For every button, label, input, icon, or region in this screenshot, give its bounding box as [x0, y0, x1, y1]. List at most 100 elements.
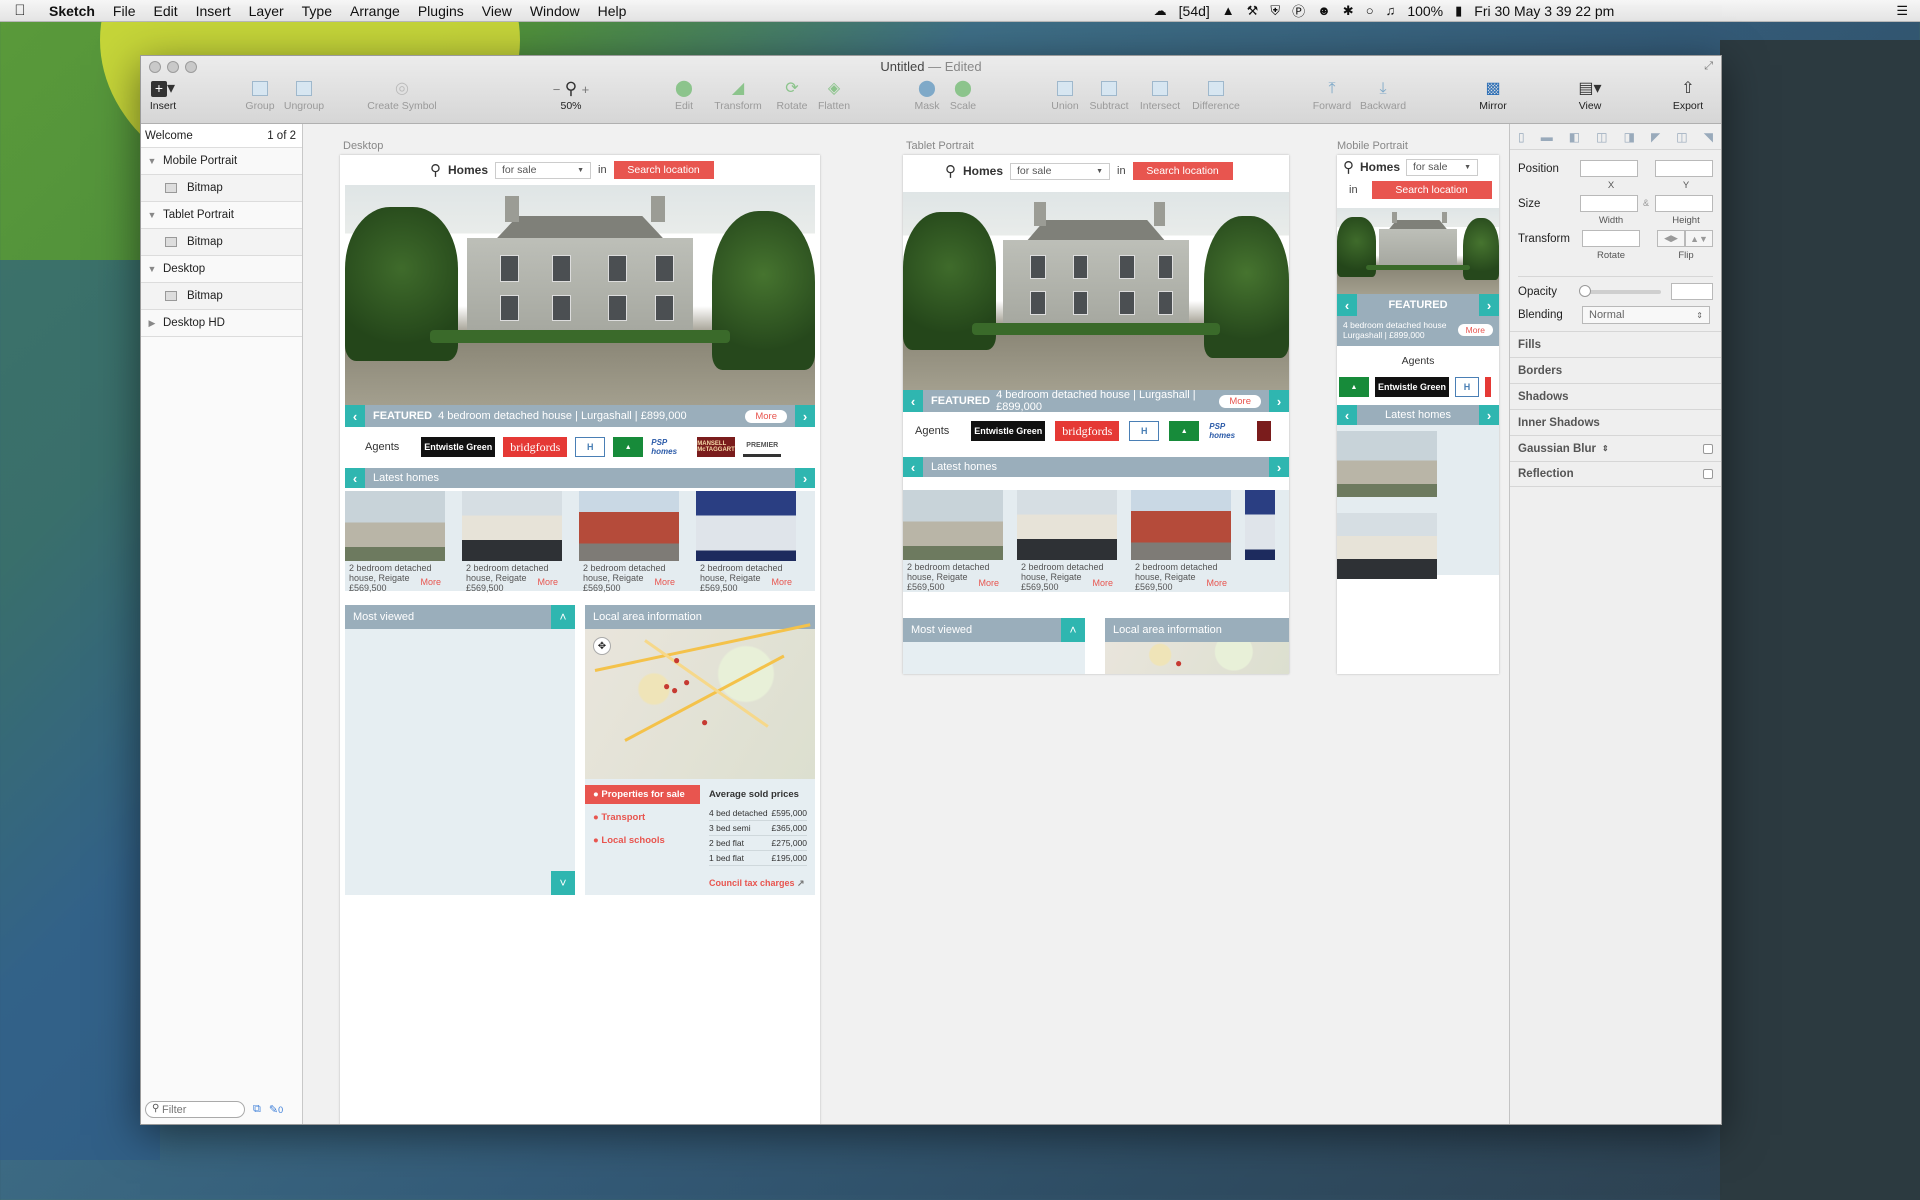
chevron-right-icon[interactable]: › [1479, 294, 1499, 316]
agent-logo-entwistle-green[interactable]: Entwistle Green [421, 437, 496, 457]
listing-more-link[interactable]: More [1206, 578, 1227, 588]
menu-plugins[interactable]: Plugins [409, 3, 473, 19]
borders-section[interactable]: Borders [1510, 357, 1721, 383]
group-button[interactable]: Group [243, 78, 277, 112]
listing-photo[interactable] [1337, 513, 1437, 579]
for-sale-select[interactable]: for sale ▼ [495, 161, 592, 179]
search-location-button[interactable]: Search location [1371, 181, 1492, 199]
agent-logo-h[interactable]: H [1455, 377, 1479, 397]
reflection-section[interactable]: Reflection [1510, 461, 1721, 487]
fills-section[interactable]: Fills [1510, 331, 1721, 357]
menu-file[interactable]: File [104, 3, 145, 19]
transform-button[interactable]: ◢ Transform [713, 78, 763, 112]
agent-logo-h[interactable]: H [1129, 421, 1160, 441]
featured-more-button[interactable]: More [1219, 394, 1261, 408]
council-tax-link[interactable]: Council tax charges ↗ [709, 878, 807, 889]
backward-button[interactable]: ⤓ Backward [1359, 78, 1407, 112]
battery-level[interactable]: 100% [1407, 3, 1443, 19]
agent-logo-green[interactable]: ▲ [613, 437, 644, 457]
agent-logo-entwistle-green[interactable]: Entwistle Green [1375, 377, 1449, 397]
shadows-section[interactable]: Shadows [1510, 383, 1721, 409]
search-location-button[interactable]: Search location [613, 161, 714, 179]
opacity-slider[interactable] [1578, 284, 1661, 297]
for-sale-select[interactable]: for sale ▼ [1406, 158, 1479, 176]
align-middle-icon[interactable]: ◫ [1676, 130, 1687, 144]
chevron-left-icon[interactable]: ‹ [903, 390, 923, 412]
local-schools-link[interactable]: ● Local schools [585, 827, 700, 850]
agent-logo-psp[interactable]: PSP homes [1209, 421, 1247, 441]
menu-edit[interactable]: Edit [144, 3, 186, 19]
scale-button[interactable]: ⬤ Scale [949, 78, 977, 112]
shield-icon[interactable]: ⛨ [1270, 3, 1280, 19]
chevron-up-icon[interactable]: ˄ [1061, 618, 1085, 642]
menu-type[interactable]: Type [293, 3, 341, 19]
layer-desktop-hd[interactable]: ▶ Desktop HD [141, 310, 302, 337]
listing-more-link[interactable]: More [771, 577, 792, 587]
inner-shadows-section[interactable]: Inner Shadows [1510, 409, 1721, 435]
view-button[interactable]: ▤▾ View [1575, 78, 1605, 112]
chevron-right-icon[interactable]: › [1269, 390, 1289, 412]
menu-layer[interactable]: Layer [240, 3, 293, 19]
agent-logo-bridgfords[interactable]: bridgfords [503, 437, 568, 457]
ungroup-button[interactable]: Ungroup [281, 78, 327, 112]
artboard-tablet[interactable]: ⚲ Homes for sale ▼ in Search location ‹ F… [903, 155, 1289, 674]
position-y-input[interactable] [1655, 160, 1713, 177]
listing-more-link[interactable]: More [978, 578, 999, 588]
volume-icon[interactable]: ♫ [1386, 3, 1396, 18]
artboard-label-mobile[interactable]: Mobile Portrait [1337, 140, 1408, 152]
menu-insert[interactable]: Insert [187, 3, 240, 19]
transport-link[interactable]: ● Transport [585, 804, 700, 827]
alien-icon[interactable]: ☻ [1317, 3, 1331, 18]
layer-bitmap[interactable]: Bitmap [141, 283, 302, 310]
agent-logo-mansell[interactable] [1257, 421, 1272, 441]
map-pin-icon[interactable]: ● [701, 715, 708, 729]
menubar-clock[interactable]: Fri 30 May 3 39 22 pm [1474, 3, 1614, 19]
width-input[interactable] [1580, 195, 1638, 212]
chevron-left-icon[interactable]: ‹ [345, 468, 365, 488]
for-sale-select[interactable]: for sale ▼ [1010, 162, 1111, 180]
agent-logo-entwistle-green[interactable]: Entwistle Green [971, 421, 1046, 441]
rotate-input[interactable] [1582, 230, 1640, 247]
disclosure-closed-icon[interactable]: ▶ [141, 318, 163, 329]
notification-center-icon[interactable]: ☰ [1896, 3, 1908, 19]
agent-logo-mansell[interactable]: MANSELL McTAGGART [697, 437, 736, 457]
copy-icon[interactable]: ⧉ [253, 1103, 261, 1116]
gaussian-blur-checkbox[interactable] [1703, 443, 1713, 454]
layer-filter-input[interactable] [145, 1101, 245, 1118]
position-x-input[interactable] [1580, 160, 1638, 177]
fullscreen-icon[interactable]: ⤢ [1704, 60, 1713, 73]
listing-more-link[interactable]: More [1092, 578, 1113, 588]
featured-more-button[interactable]: More [745, 409, 787, 423]
flip-vertical-icon[interactable]: ▲▼ [1685, 230, 1713, 247]
union-button[interactable]: Union [1049, 78, 1081, 112]
hat-icon[interactable]: ▲ [1222, 3, 1235, 18]
disclosure-open-icon[interactable]: ▼ [141, 210, 163, 220]
insert-button[interactable]: + ▾ Insert [147, 78, 179, 112]
chevron-left-icon[interactable]: ‹ [345, 405, 365, 427]
pencil-icon[interactable]: ✎0 [269, 1103, 283, 1116]
agent-logo-psp[interactable]: PSP homes [651, 437, 689, 457]
layer-bitmap[interactable]: Bitmap [141, 175, 302, 202]
listing-card[interactable]: 2 bedroom detached house, Reigate £569,500… [345, 491, 445, 593]
flatten-button[interactable]: ◈ Flatten [815, 78, 853, 112]
apple-icon[interactable]:  [0, 2, 40, 19]
align-right-icon[interactable]: ◨ [1624, 130, 1635, 144]
layer-desktop[interactable]: ▼ Desktop [141, 256, 302, 283]
height-input[interactable] [1655, 195, 1713, 212]
disclosure-open-icon[interactable]: ▼ [141, 156, 163, 166]
artboard-mobile[interactable]: ⚲ Homes for sale ▼ in Search location ‹ F… [1337, 155, 1499, 674]
mirror-button[interactable]: ▩ Mirror [1477, 78, 1509, 112]
map-pin-icon[interactable]: ● [683, 675, 690, 689]
listing-card[interactable]: 2 bedroom detached house, Reigate £569,500… [462, 491, 562, 593]
listing-card[interactable]: 2 bedroom detached house, Reigate £569,500… [579, 491, 679, 593]
chevron-up-icon[interactable]: ˄ [551, 605, 575, 629]
agent-logo-green[interactable]: ▲ [1169, 421, 1200, 441]
stepper-arrows-icon[interactable]: ⇕ [1602, 444, 1609, 453]
gaussian-blur-section[interactable]: Gaussian Blur ⇕ [1510, 435, 1721, 461]
listing-card[interactable]: 2 bedroom detached house, Reigate £569,500… [696, 491, 796, 593]
menu-help[interactable]: Help [589, 3, 636, 19]
wifi-icon[interactable]: ○ [1366, 3, 1374, 18]
disclosure-open-icon[interactable]: ▼ [141, 264, 163, 274]
listing-more-link[interactable]: More [537, 577, 558, 587]
agent-logo-green[interactable]: ▲ [1339, 377, 1369, 397]
